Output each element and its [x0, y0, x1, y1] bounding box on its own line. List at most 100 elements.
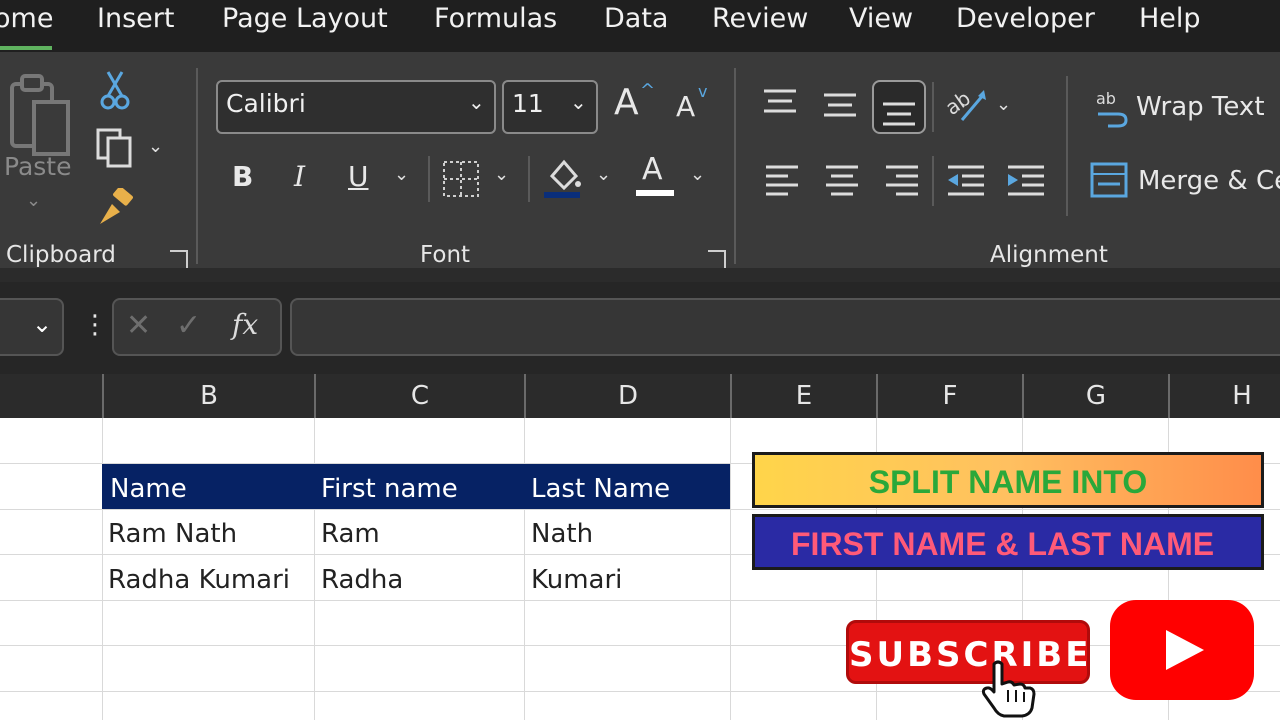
font-color-dropdown-chevron-icon[interactable]: ⌄ [690, 164, 705, 185]
title-banner-top-text: SPLIT NAME INTO [868, 464, 1148, 500]
bold-button[interactable]: B [232, 160, 253, 193]
ribbon: Paste ⌄ ⌄ Clipboard Calibri ⌄ 11 ⌄ A ^ A… [0, 52, 1280, 282]
youtube-play-icon [1166, 630, 1204, 670]
top-align-icon[interactable] [762, 88, 798, 118]
merge-center-button[interactable]: Merge & Ce [1138, 166, 1280, 196]
underline-dropdown-chevron-icon[interactable]: ⌄ [394, 164, 409, 185]
tab-home[interactable]: ome [0, 3, 53, 34]
table-cell[interactable]: Ram [321, 519, 380, 549]
column-header-g[interactable]: G [1024, 374, 1168, 418]
tab-data[interactable]: Data [604, 3, 668, 34]
row-gridline [0, 691, 1280, 692]
ribbon-tab-bar: ome Insert Page Layout Formulas Data Rev… [0, 0, 1280, 52]
name-box-chevron-icon[interactable]: ⌄ [32, 310, 52, 339]
subscribe-button[interactable]: SUBSCRIBE [846, 620, 1090, 684]
fill-color-bucket-icon[interactable] [542, 156, 584, 200]
increase-arrow-icon: ^ [640, 80, 656, 101]
column-header-e[interactable]: E [732, 374, 876, 418]
tab-review[interactable]: Review [712, 3, 808, 34]
copy-icon[interactable] [96, 128, 136, 168]
middle-align-icon[interactable] [822, 92, 858, 122]
formula-input[interactable] [290, 298, 1280, 356]
align-center-icon[interactable] [824, 164, 860, 196]
bottom-align-icon [883, 102, 915, 126]
paste-icon[interactable] [8, 72, 74, 162]
svg-text:ab: ab [1096, 89, 1116, 108]
table-cell[interactable]: Nath [531, 519, 593, 549]
font-group-label: Font [420, 242, 471, 268]
table-cell[interactable]: Kumari [531, 565, 622, 595]
fill-color-dropdown-chevron-icon[interactable]: ⌄ [596, 164, 611, 185]
orientation-icon[interactable]: ab [944, 84, 988, 124]
merge-center-icon[interactable] [1090, 162, 1128, 198]
bottom-align-button[interactable] [872, 80, 926, 134]
column-header-f[interactable]: F [878, 374, 1022, 418]
column-header-h[interactable]: H [1170, 374, 1280, 418]
name-box[interactable]: ⌄ [0, 298, 64, 356]
font-name-value: Calibri [226, 89, 306, 118]
align-left-icon[interactable] [764, 164, 800, 196]
wrap-text-icon[interactable]: ab [1094, 88, 1130, 128]
table-header-cell[interactable]: Last Name [531, 474, 670, 504]
font-size-dropdown[interactable]: 11 ⌄ [502, 80, 598, 134]
tab-formulas[interactable]: Formulas [434, 3, 557, 34]
copy-dropdown-chevron-icon[interactable]: ⌄ [148, 136, 163, 157]
more-options-icon[interactable]: ⋮ [82, 310, 108, 340]
youtube-logo-icon[interactable] [1110, 600, 1254, 700]
column-header-c[interactable]: C [316, 374, 524, 418]
hand-cursor-icon [981, 660, 1036, 718]
title-banner-top: SPLIT NAME INTO [752, 452, 1264, 508]
paste-dropdown-chevron-icon[interactable]: ⌄ [26, 190, 41, 211]
group-divider [734, 68, 736, 264]
tab-page-layout[interactable]: Page Layout [222, 3, 388, 34]
table-cell[interactable]: Ram Nath [108, 519, 237, 549]
table-header-cell[interactable]: First name [321, 474, 458, 504]
table-cell[interactable]: Radha Kumari [108, 565, 290, 595]
font-name-dropdown[interactable]: Calibri ⌄ [216, 80, 496, 134]
cancel-icon[interactable]: ✕ [126, 308, 151, 343]
tab-view[interactable]: View [849, 3, 913, 34]
wrap-text-button[interactable]: Wrap Text [1136, 92, 1265, 122]
table-cell[interactable]: Radha [321, 565, 403, 595]
decrease-font-size-icon[interactable]: A [676, 90, 695, 123]
cut-scissors-icon[interactable] [100, 70, 130, 110]
title-banner-bottom-text: FIRST NAME & LAST NAME [791, 526, 1215, 562]
borders-icon[interactable] [442, 160, 480, 198]
borders-dropdown-chevron-icon[interactable]: ⌄ [494, 164, 509, 185]
formula-controls: ✕ ✓ fx [112, 298, 282, 356]
group-divider [428, 156, 430, 202]
insert-function-icon[interactable]: fx [232, 308, 258, 341]
table-header-cell[interactable]: Name [110, 474, 187, 504]
column-header-d[interactable]: D [526, 374, 730, 418]
increase-font-size-icon[interactable]: A [614, 82, 639, 123]
font-color-swatch [636, 190, 674, 196]
clipboard-group-label: Clipboard [6, 242, 116, 268]
alignment-group-label: Alignment [990, 242, 1108, 268]
enter-check-icon[interactable]: ✓ [176, 308, 201, 343]
decrease-indent-icon[interactable] [946, 164, 986, 196]
tab-insert[interactable]: Insert [97, 3, 174, 34]
column-gridline [730, 418, 731, 720]
column-header-row: B C D E F G H [0, 374, 1280, 418]
tab-developer[interactable]: Developer [956, 3, 1095, 34]
clipboard-launcher-icon[interactable] [170, 250, 188, 268]
font-launcher-icon[interactable] [708, 250, 726, 268]
svg-text:ab: ab [944, 86, 975, 120]
row-gridline [0, 509, 1280, 510]
group-divider [196, 68, 198, 264]
tab-help[interactable]: Help [1139, 3, 1201, 34]
align-right-icon[interactable] [884, 164, 920, 196]
underline-button[interactable]: U [348, 160, 369, 193]
orientation-dropdown-chevron-icon[interactable]: ⌄ [996, 94, 1011, 115]
group-divider [1066, 76, 1068, 216]
font-name-chevron-icon: ⌄ [468, 90, 485, 114]
paste-label[interactable]: Paste [4, 152, 71, 181]
group-divider [932, 156, 934, 206]
italic-button[interactable]: I [294, 160, 305, 193]
column-header-b[interactable]: B [104, 374, 314, 418]
format-painter-icon[interactable] [96, 188, 136, 228]
title-banner-bottom: FIRST NAME & LAST NAME [752, 514, 1264, 570]
font-size-chevron-icon: ⌄ [570, 90, 587, 114]
font-color-button[interactable]: A [642, 152, 663, 187]
increase-indent-icon[interactable] [1006, 164, 1046, 196]
